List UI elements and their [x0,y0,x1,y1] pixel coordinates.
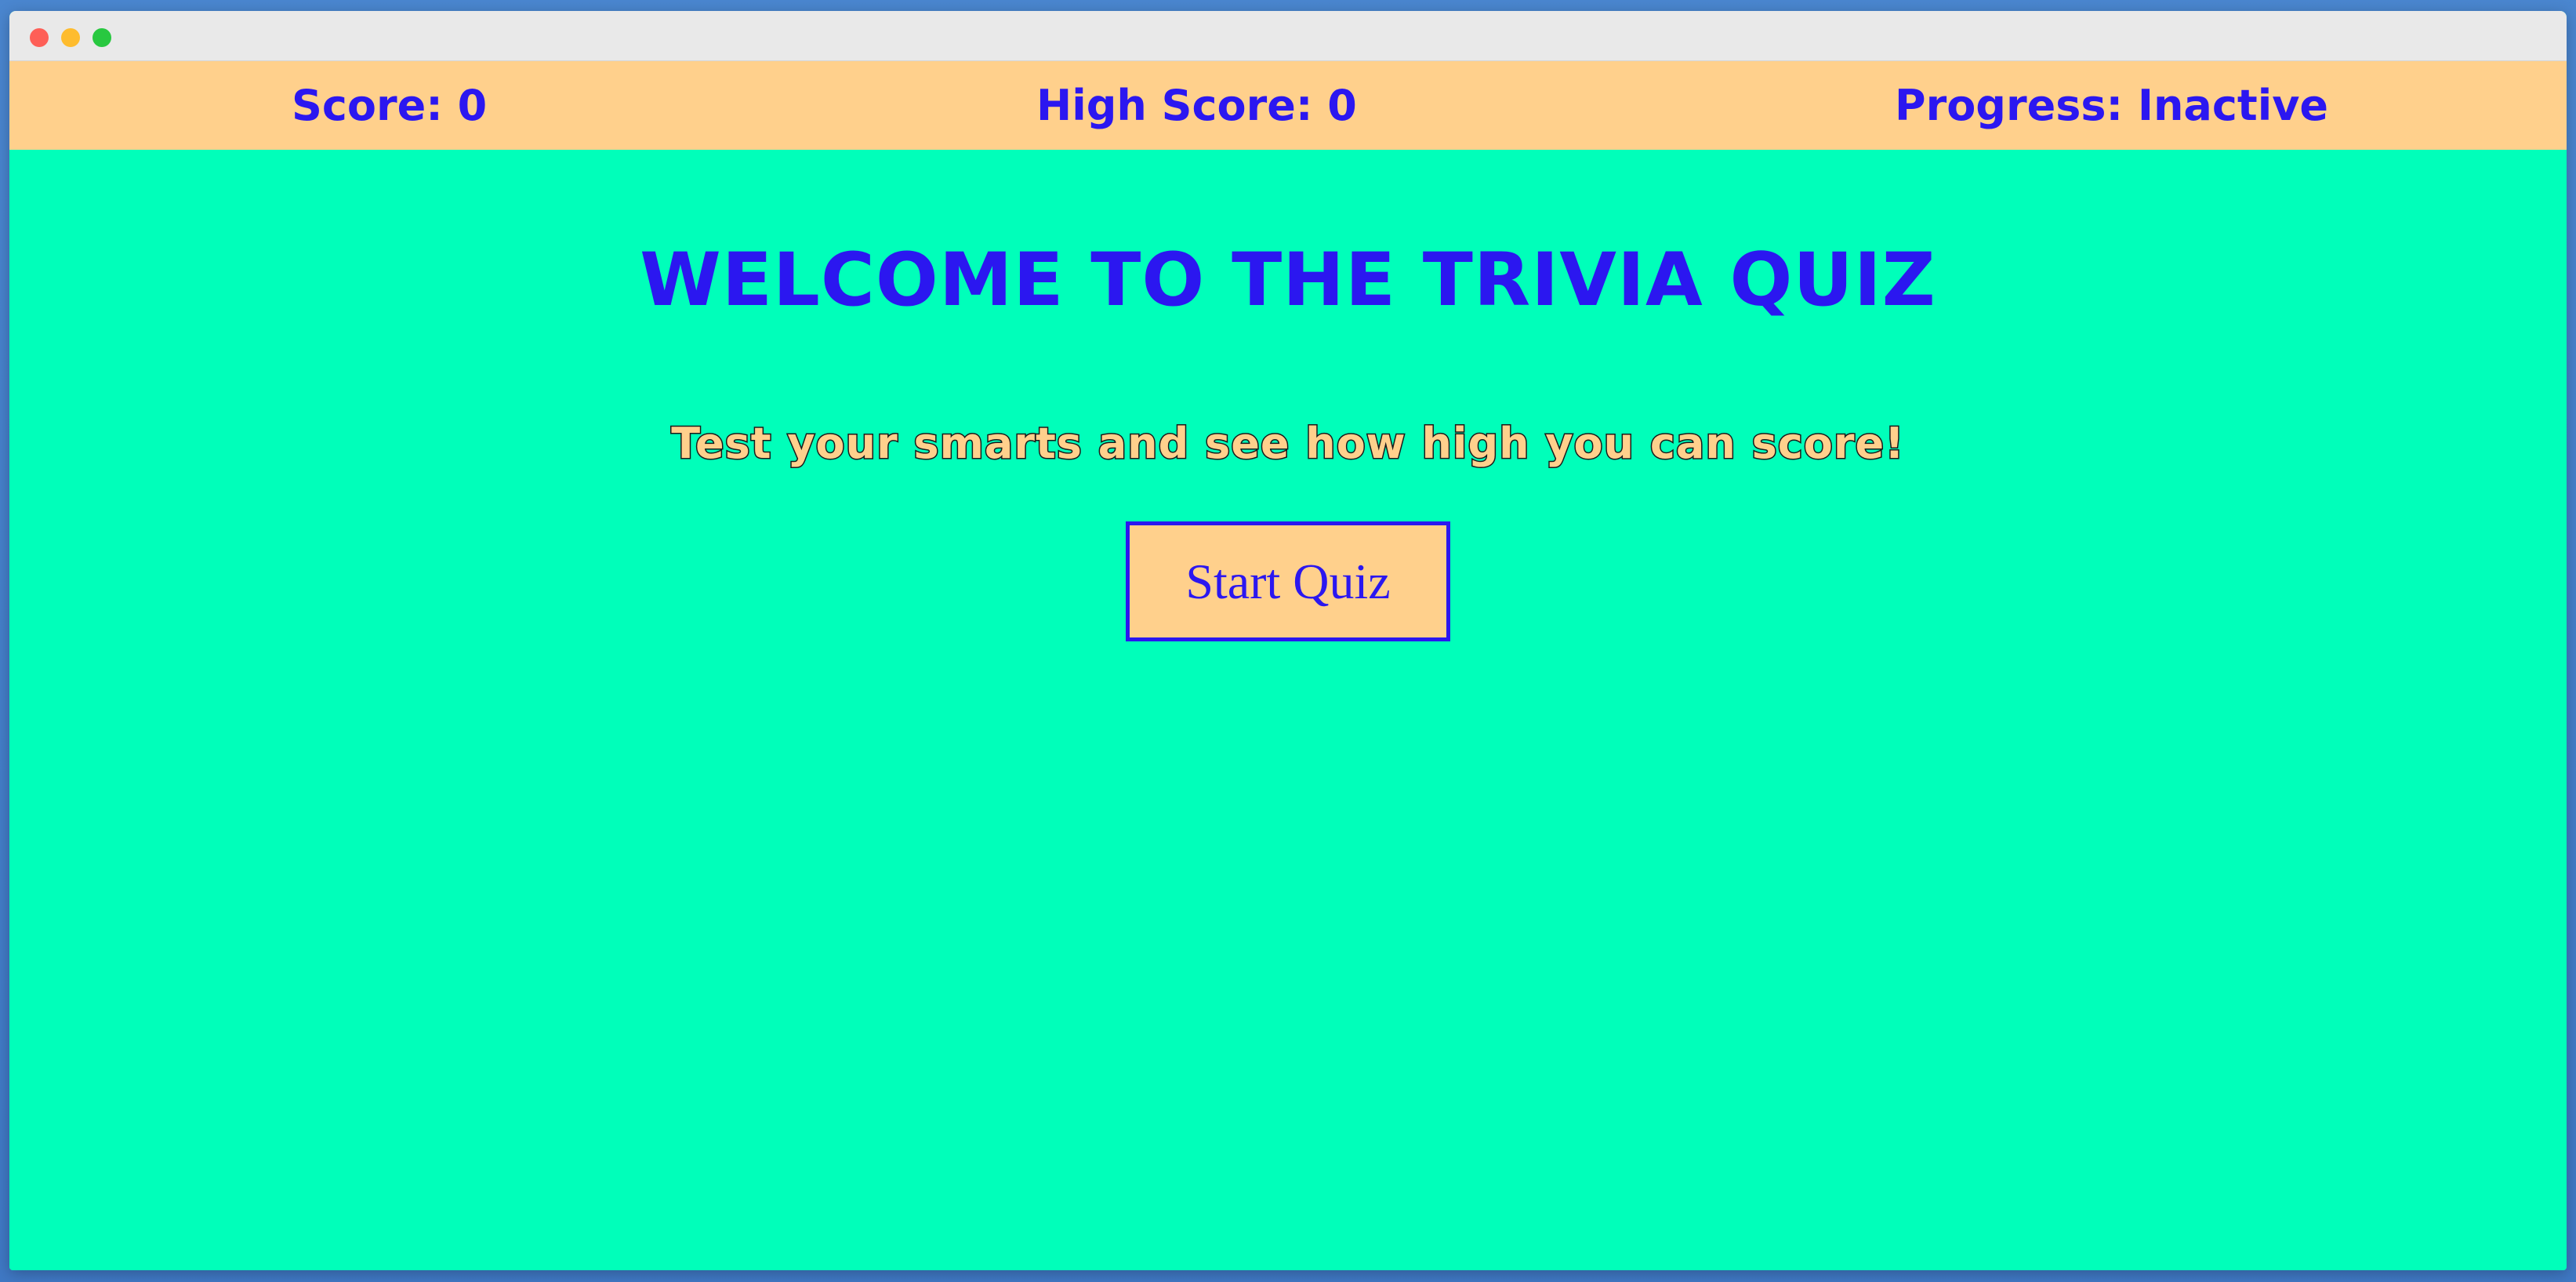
page-subtitle: Test your smarts and see how high you ca… [670,418,1905,470]
browser-window: Score: 0 High Score: 0 Progress: Inactiv… [9,11,2567,1270]
window-titlebar [9,11,2567,61]
progress-display: Progress: Inactive [1895,81,2329,130]
maximize-window-icon[interactable] [93,28,111,47]
minimize-window-icon[interactable] [61,28,80,47]
high-score-display: High Score: 0 [1036,81,1357,130]
page-title: Welcome to the Trivia Quiz [640,238,1936,323]
score-display: Score: 0 [292,81,488,130]
welcome-screen: Welcome to the Trivia Quiz Test your sma… [9,150,2567,1270]
status-bar: Score: 0 High Score: 0 Progress: Inactiv… [9,61,2567,150]
start-quiz-button[interactable]: Start Quiz [1126,521,1450,641]
close-window-icon[interactable] [30,28,49,47]
